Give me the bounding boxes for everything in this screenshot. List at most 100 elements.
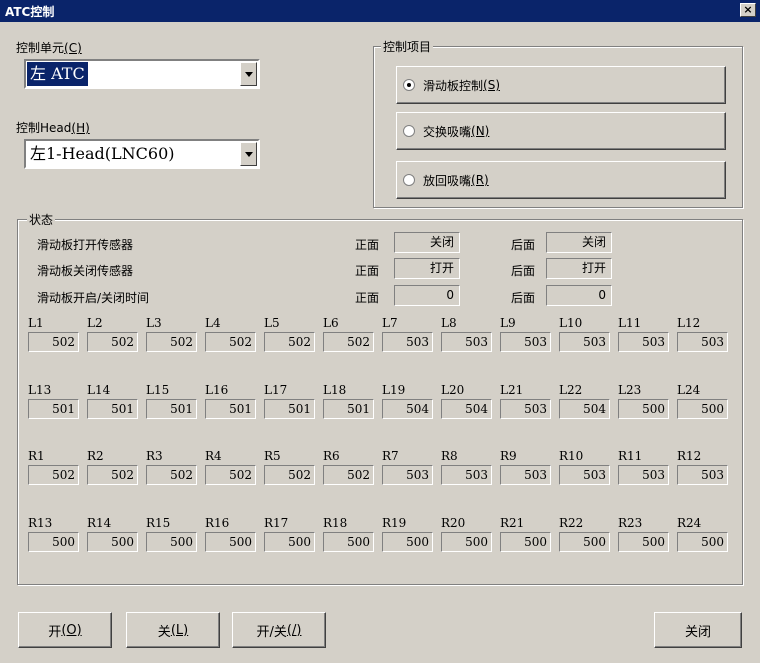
head-label: L12 xyxy=(677,316,701,330)
head-value: 502 xyxy=(264,332,315,352)
head-value: 503 xyxy=(500,399,551,419)
head-label: L7 xyxy=(382,316,398,330)
head-label: R9 xyxy=(500,449,517,463)
back-label: 后面 xyxy=(511,264,536,278)
head-label: L24 xyxy=(677,383,701,397)
head-value: 500 xyxy=(500,532,551,552)
status-row-label: 滑动板打开传感器 xyxy=(37,238,134,252)
head-label: R12 xyxy=(677,449,702,463)
radio-exchange-nozzle[interactable]: 交换吸嘴 (N) xyxy=(396,112,726,150)
head-label: R14 xyxy=(87,516,112,530)
control-head-select[interactable]: 左1-Head(LNC60) xyxy=(24,139,260,169)
head-value: 502 xyxy=(28,332,79,352)
head-label: R21 xyxy=(500,516,525,530)
control-head-label: 控制Head(H) xyxy=(16,121,90,135)
back-value: 0 xyxy=(546,285,612,306)
head-value: 503 xyxy=(382,465,433,485)
control-head-value: 左1-Head(LNC60) xyxy=(30,144,175,163)
head-label: L15 xyxy=(146,383,170,397)
head-value: 502 xyxy=(323,332,374,352)
front-label: 正面 xyxy=(355,264,380,278)
head-label: R7 xyxy=(382,449,399,463)
head-label: R11 xyxy=(618,449,643,463)
head-value: 500 xyxy=(87,532,138,552)
head-value: 503 xyxy=(382,332,433,352)
head-label: L11 xyxy=(618,316,642,330)
head-label: L13 xyxy=(28,383,52,397)
head-label: R19 xyxy=(382,516,407,530)
head-label: L10 xyxy=(559,316,583,330)
head-value: 502 xyxy=(87,332,138,352)
head-label: L22 xyxy=(559,383,583,397)
head-value: 502 xyxy=(205,465,256,485)
head-label: R1 xyxy=(28,449,45,463)
radio-icon xyxy=(403,125,415,137)
radio-return-nozzle[interactable]: 放回吸嘴 (R) xyxy=(396,161,726,199)
head-value: 500 xyxy=(205,532,256,552)
head-value: 502 xyxy=(205,332,256,352)
head-value: 502 xyxy=(87,465,138,485)
head-value: 504 xyxy=(559,399,610,419)
head-label: L4 xyxy=(205,316,221,330)
back-label: 后面 xyxy=(511,238,536,252)
front-value: 关闭 xyxy=(394,232,460,253)
head-label: R8 xyxy=(441,449,458,463)
head-value: 500 xyxy=(618,532,669,552)
head-label: R10 xyxy=(559,449,584,463)
head-label: L5 xyxy=(264,316,280,330)
head-label: L8 xyxy=(441,316,457,330)
back-value: 关闭 xyxy=(546,232,612,253)
head-value: 501 xyxy=(264,399,315,419)
control-unit-select[interactable]: 左 ATC xyxy=(24,59,260,89)
head-value: 504 xyxy=(382,399,433,419)
chevron-down-icon[interactable] xyxy=(240,142,257,166)
head-label: L21 xyxy=(500,383,524,397)
head-label: R4 xyxy=(205,449,222,463)
head-label: L23 xyxy=(618,383,642,397)
head-label: R13 xyxy=(28,516,53,530)
shut-button[interactable]: 关 (L) xyxy=(126,612,220,648)
head-label: R15 xyxy=(146,516,171,530)
window-close-button[interactable]: × xyxy=(740,3,756,17)
open-button[interactable]: 开 (O) xyxy=(18,612,112,648)
toggle-button[interactable]: 开/关 (/) xyxy=(232,612,326,648)
head-value: 500 xyxy=(28,532,79,552)
head-value: 501 xyxy=(28,399,79,419)
control-unit-value: 左 ATC xyxy=(27,62,88,86)
head-value: 503 xyxy=(500,465,551,485)
head-value: 502 xyxy=(146,332,197,352)
head-value: 502 xyxy=(323,465,374,485)
control-unit-label: 控制单元(C) xyxy=(16,41,82,55)
head-label: L14 xyxy=(87,383,111,397)
head-value: 503 xyxy=(559,465,610,485)
head-value: 500 xyxy=(559,532,610,552)
head-label: L19 xyxy=(382,383,406,397)
head-value: 503 xyxy=(618,332,669,352)
head-label: L20 xyxy=(441,383,465,397)
head-value: 500 xyxy=(264,532,315,552)
radio-slide-plate-control[interactable]: 滑动板控制 (S) xyxy=(396,66,726,104)
chevron-down-icon[interactable] xyxy=(240,62,257,86)
back-label: 后面 xyxy=(511,291,536,305)
close-button[interactable]: 关闭 xyxy=(654,612,742,648)
head-value: 500 xyxy=(146,532,197,552)
front-label: 正面 xyxy=(355,291,380,305)
head-value: 503 xyxy=(559,332,610,352)
head-value: 503 xyxy=(441,332,492,352)
front-value: 打开 xyxy=(394,258,460,279)
head-value: 503 xyxy=(618,465,669,485)
head-value: 504 xyxy=(441,399,492,419)
head-label: L17 xyxy=(264,383,288,397)
head-value: 501 xyxy=(146,399,197,419)
head-value: 503 xyxy=(500,332,551,352)
head-label: L16 xyxy=(205,383,229,397)
head-label: L2 xyxy=(87,316,103,330)
head-value: 500 xyxy=(382,532,433,552)
front-value: 0 xyxy=(394,285,460,306)
head-label: L6 xyxy=(323,316,339,330)
radio-icon xyxy=(403,79,415,91)
head-value: 502 xyxy=(28,465,79,485)
head-label: R3 xyxy=(146,449,163,463)
head-value: 502 xyxy=(264,465,315,485)
radio-icon xyxy=(403,174,415,186)
